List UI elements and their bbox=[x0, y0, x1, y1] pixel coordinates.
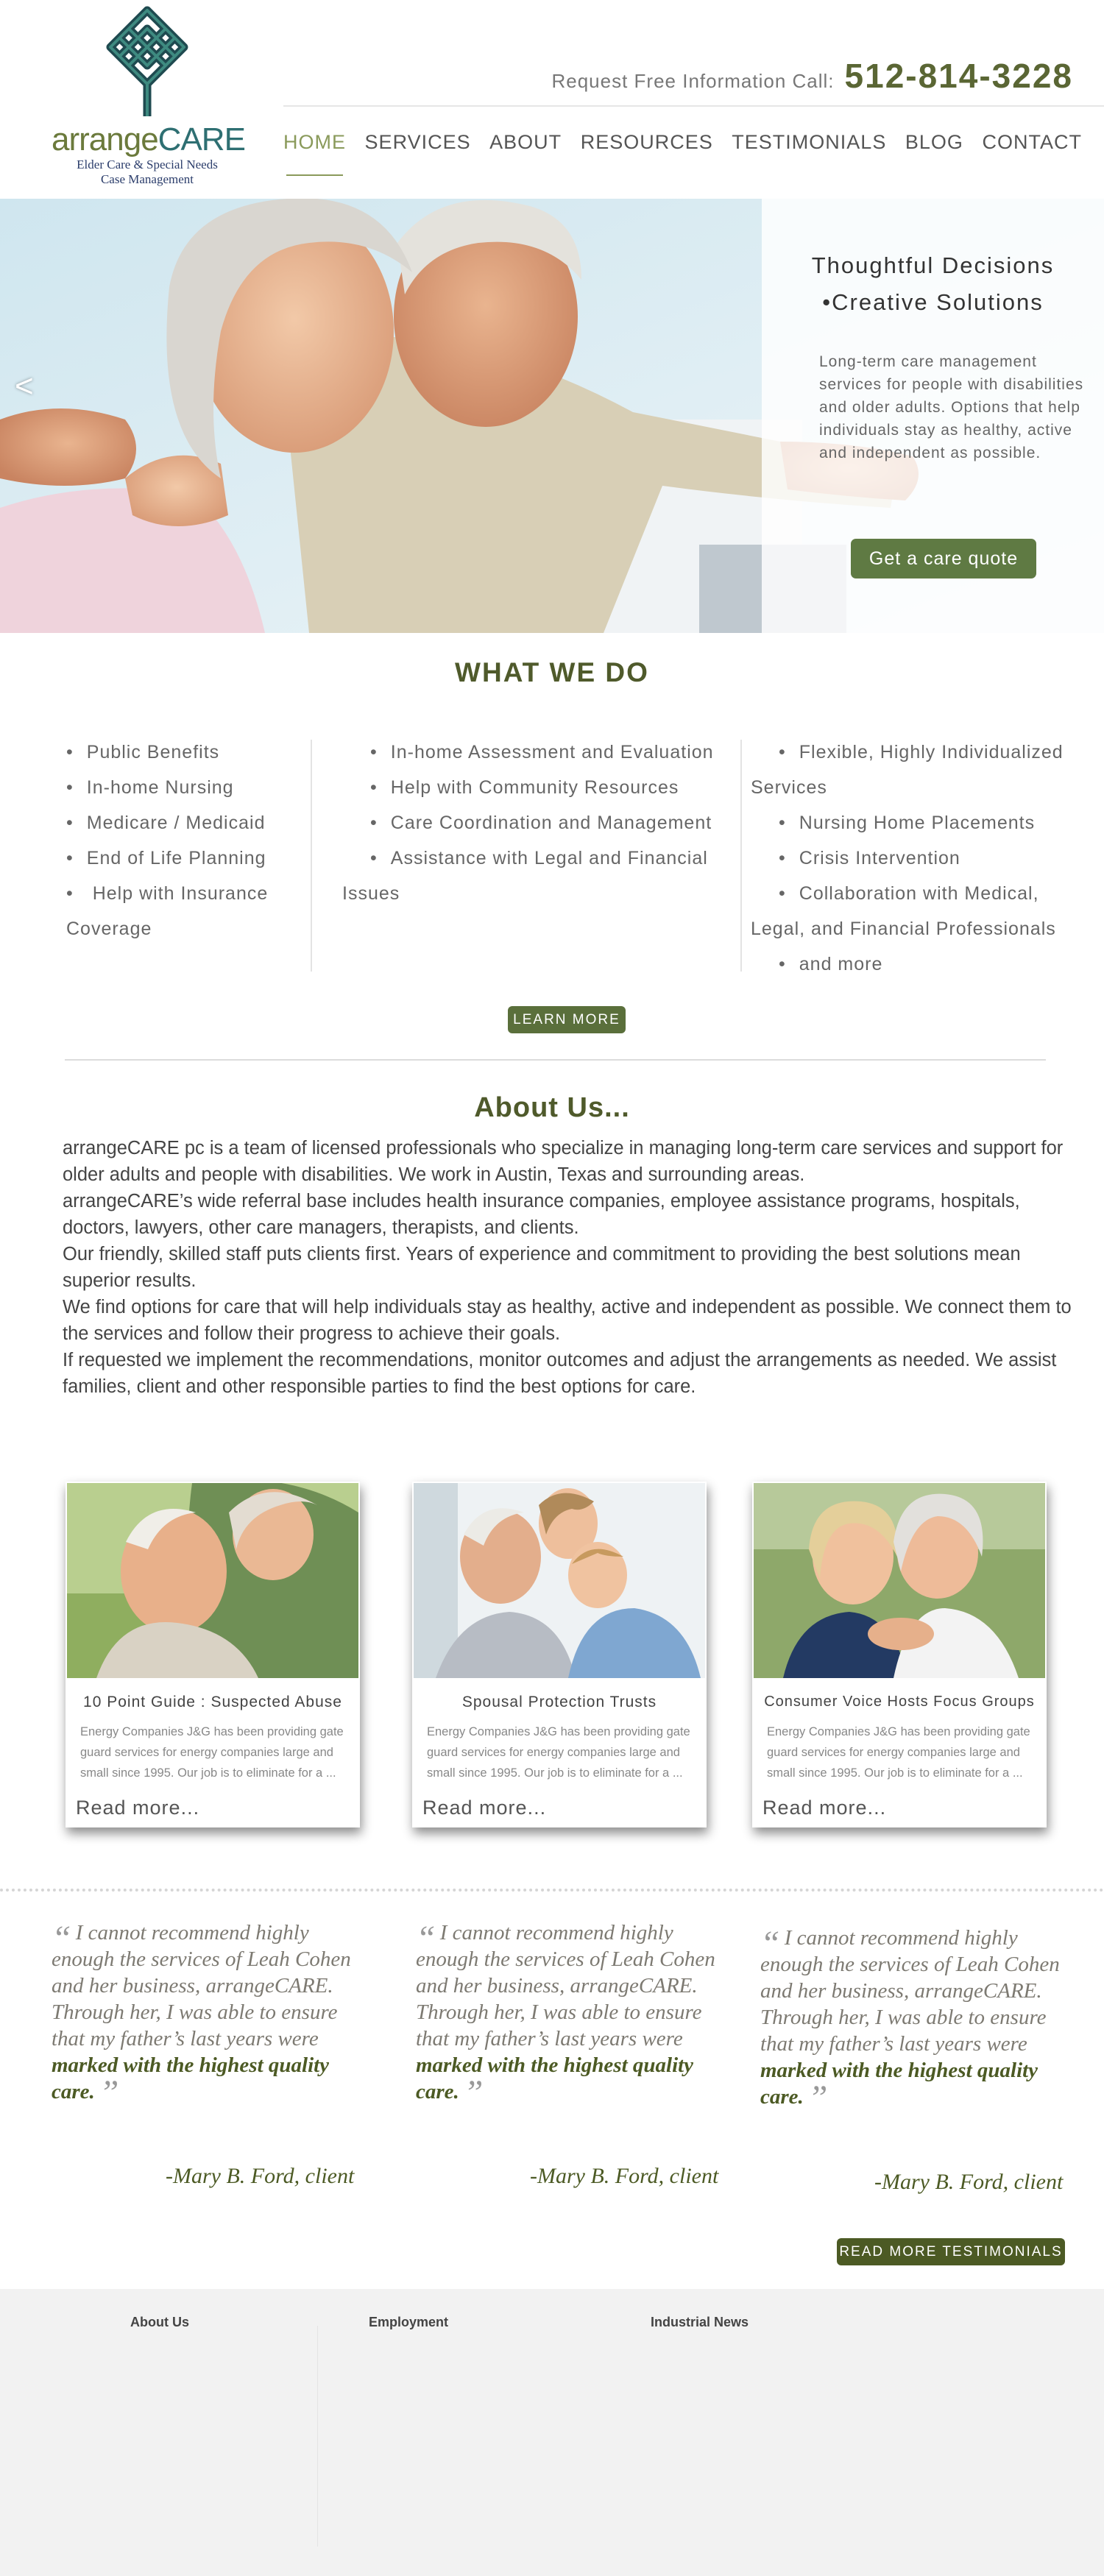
read-more-link[interactable]: Read more... bbox=[76, 1797, 199, 1819]
footer-heading-news[interactable]: Industrial News bbox=[651, 2315, 749, 2330]
service-item: Flexible, Highly Individualized Services bbox=[751, 735, 1089, 805]
testimonial-quote: “I cannot recommend highly enough the se… bbox=[760, 1925, 1077, 2116]
section-divider bbox=[65, 1059, 1046, 1061]
nav-home[interactable]: HOME bbox=[283, 131, 346, 176]
hero-heading: Thoughtful Decisions •Creative Solutions bbox=[762, 247, 1104, 321]
testimonial-highlight: marked with the highest quality care. bbox=[760, 2059, 1038, 2109]
read-more-testimonials-button[interactable]: READ MORE TESTIMONIALS bbox=[837, 2238, 1065, 2265]
service-item: and more bbox=[751, 946, 1089, 982]
about-text: arrangeCARE pc is a team of licensed pro… bbox=[63, 1135, 1075, 1400]
hero-heading-line1: Thoughtful Decisions bbox=[811, 252, 1055, 278]
service-item: Nursing Home Placements bbox=[751, 805, 1089, 841]
logo-wordmark: arrangeCARE bbox=[52, 121, 246, 158]
logo-wordmark-part2: CARE bbox=[158, 121, 246, 158]
slider-prev-arrow[interactable]: < bbox=[15, 368, 34, 405]
article-image-family bbox=[414, 1483, 705, 1678]
about-title: About Us... bbox=[474, 1092, 630, 1123]
testimonial-text: I cannot recommend highly enough the ser… bbox=[52, 1921, 351, 2050]
testimonial-highlight: marked with the highest quality care. bbox=[416, 2053, 694, 2103]
close-quote-icon: ” bbox=[807, 2078, 828, 2117]
logo-wordmark-part1: arrange bbox=[52, 121, 159, 158]
service-item: Help with Community Resources bbox=[342, 770, 740, 805]
article-card[interactable]: 10 Point Guide : Suspected Abuse Energy … bbox=[66, 1482, 360, 1827]
service-item: Assistance with Legal and Financial Issu… bbox=[342, 841, 740, 911]
article-excerpt: Energy Companies J&G has been providing … bbox=[767, 1725, 1030, 1780]
service-item: End of Life Planning bbox=[66, 841, 302, 876]
about-paragraph: Our friendly, skilled staff puts clients… bbox=[63, 1244, 1021, 1291]
testimonial-author: -Mary B. Ford, client bbox=[874, 2170, 1064, 2194]
what-we-do-title: WHAT WE DO bbox=[455, 657, 649, 687]
article-excerpt: Energy Companies J&G has been providing … bbox=[427, 1725, 690, 1780]
services-column-2: In-home Assessment and Evaluation Help w… bbox=[342, 735, 740, 911]
nav-contact[interactable]: CONTACT bbox=[982, 131, 1082, 176]
call-info: Request Free Information Call: 512-814-3… bbox=[551, 56, 1073, 100]
main-nav: HOME SERVICES ABOUT RESOURCES TESTIMONIA… bbox=[283, 131, 1082, 176]
about-paragraph: arrangeCARE pc is a team of licensed pro… bbox=[63, 1138, 1064, 1185]
nav-testimonials[interactable]: TESTIMONIALS bbox=[732, 131, 886, 176]
testimonial-author: -Mary B. Ford, client bbox=[166, 2164, 355, 2188]
close-quote-icon: ” bbox=[463, 2073, 484, 2112]
site-header: arrangeCARE Elder Care & Special Needs C… bbox=[0, 0, 1104, 199]
article-excerpt: Energy Companies J&G has been providing … bbox=[80, 1725, 344, 1780]
services-column-1: Public Benefits In-home Nursing Medicare… bbox=[66, 735, 302, 946]
testimonial-text: I cannot recommend highly enough the ser… bbox=[416, 1921, 715, 2050]
read-more-link[interactable]: Read more... bbox=[762, 1797, 886, 1819]
column-divider bbox=[311, 740, 312, 972]
about-paragraph: If requested we implement the recommenda… bbox=[63, 1350, 1057, 1397]
article-card[interactable]: Consumer Voice Hosts Focus Groups Energy… bbox=[752, 1482, 1047, 1827]
service-item: Public Benefits bbox=[66, 735, 302, 770]
service-item: Collaboration with Medical, Legal, and F… bbox=[751, 876, 1089, 946]
testimonial-text: I cannot recommend highly enough the ser… bbox=[760, 1926, 1060, 2056]
call-label: Request Free Information Call: bbox=[551, 70, 835, 92]
about-paragraph: arrangeCARE’s wide referral base include… bbox=[63, 1191, 1020, 1238]
hero-description: Long-term care management services for p… bbox=[819, 353, 1084, 461]
site-footer: About Us Employment Industrial News bbox=[0, 2289, 1104, 2576]
testimonial-author: -Mary B. Ford, client bbox=[530, 2164, 719, 2188]
article-image-two-women bbox=[754, 1483, 1045, 1678]
read-more-link[interactable]: Read more... bbox=[422, 1797, 546, 1819]
article-card[interactable]: Spousal Protection Trusts Energy Compani… bbox=[412, 1482, 707, 1827]
service-item: Crisis Intervention bbox=[751, 841, 1089, 876]
hero-panel: Thoughtful Decisions •Creative Solutions… bbox=[762, 199, 1104, 633]
article-title[interactable]: 10 Point Guide : Suspected Abuse bbox=[66, 1694, 360, 1711]
close-quote-icon: ” bbox=[99, 2073, 119, 2112]
article-title[interactable]: Spousal Protection Trusts bbox=[412, 1694, 707, 1711]
column-divider bbox=[740, 740, 742, 972]
nav-resources[interactable]: RESOURCES bbox=[581, 131, 713, 176]
service-item: Care Coordination and Management bbox=[342, 805, 740, 841]
article-title[interactable]: Consumer Voice Hosts Focus Groups bbox=[752, 1694, 1047, 1710]
service-item: In-home Nursing bbox=[66, 770, 302, 805]
about-paragraph: We find options for care that will help … bbox=[63, 1297, 1072, 1344]
footer-divider bbox=[317, 2326, 318, 2547]
testimonial-highlight: marked with the highest quality care. bbox=[52, 2053, 330, 2103]
logo[interactable]: arrangeCARE Elder Care & Special Needs C… bbox=[52, 4, 246, 196]
nav-blog[interactable]: BLOG bbox=[905, 131, 963, 176]
services-column-3: Flexible, Highly Individualized Services… bbox=[751, 735, 1089, 982]
service-item: Medicare / Medicaid bbox=[66, 805, 302, 841]
nav-services[interactable]: SERVICES bbox=[365, 131, 471, 176]
nav-about[interactable]: ABOUT bbox=[489, 131, 562, 176]
testimonial-quote: “I cannot recommend highly enough the se… bbox=[52, 1919, 368, 2111]
dotted-divider bbox=[0, 1889, 1104, 1892]
testimonial-quote: “I cannot recommend highly enough the se… bbox=[416, 1919, 732, 2111]
logo-tagline-1: Elder Care & Special Needs bbox=[77, 158, 218, 171]
logo-tagline-2: Case Management bbox=[100, 172, 194, 186]
celtic-knot-logo-icon bbox=[106, 6, 188, 116]
phone-number[interactable]: 512-814-3228 bbox=[845, 56, 1073, 96]
article-image-elderly-couple bbox=[67, 1483, 358, 1678]
get-care-quote-button[interactable]: Get a care quote bbox=[851, 539, 1036, 578]
learn-more-button[interactable]: LEARN MORE bbox=[508, 1006, 626, 1033]
header-divider bbox=[283, 105, 1104, 107]
service-item: In-home Assessment and Evaluation bbox=[342, 735, 740, 770]
service-item: Help with Insurance Coverage bbox=[66, 876, 302, 946]
hero-slider: < Thoughtful Decisions •Creative Solutio… bbox=[0, 199, 1104, 633]
footer-heading-about[interactable]: About Us bbox=[130, 2315, 189, 2330]
hero-heading-line2: •Creative Solutions bbox=[822, 289, 1044, 315]
footer-heading-employment[interactable]: Employment bbox=[369, 2315, 448, 2330]
